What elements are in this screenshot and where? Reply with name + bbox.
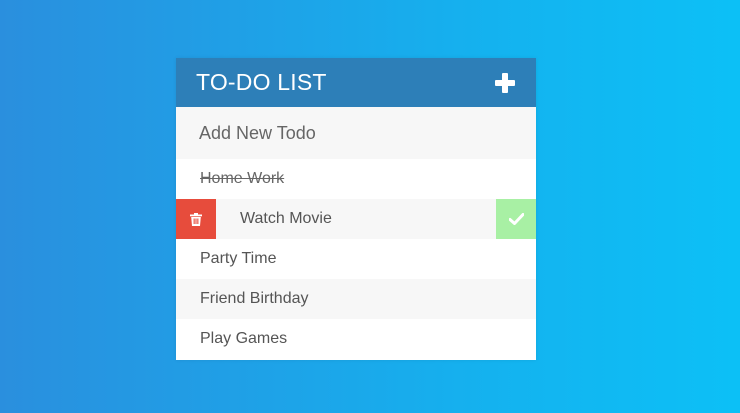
new-todo-input[interactable] (199, 122, 499, 144)
check-icon (508, 213, 524, 225)
todo-item-label: Friend Birthday (200, 290, 309, 307)
trash-icon (190, 212, 202, 226)
todo-item-watch-movie[interactable]: Watch Movie (176, 199, 536, 239)
todo-item-label: Home Work (200, 170, 285, 187)
plus-icon[interactable] (494, 72, 516, 94)
todo-item-party-time[interactable]: Party Time (176, 239, 536, 279)
complete-button[interactable] (496, 199, 536, 239)
todo-card: TO-DO LIST Home Work Watch Movie Party (176, 58, 536, 360)
delete-button[interactable] (176, 199, 216, 239)
page-title: TO-DO LIST (196, 69, 327, 95)
todo-header: TO-DO LIST (176, 58, 536, 107)
todo-item-label: Party Time (200, 250, 277, 267)
new-todo-field[interactable] (176, 107, 536, 159)
todo-item-friend-birthday[interactable]: Friend Birthday (176, 279, 536, 319)
todo-item-label: Watch Movie (240, 210, 332, 227)
todo-item-home-work[interactable]: Home Work (176, 159, 536, 199)
todo-item-play-games[interactable]: Play Games (176, 319, 536, 359)
todo-item-label: Play Games (200, 330, 288, 347)
